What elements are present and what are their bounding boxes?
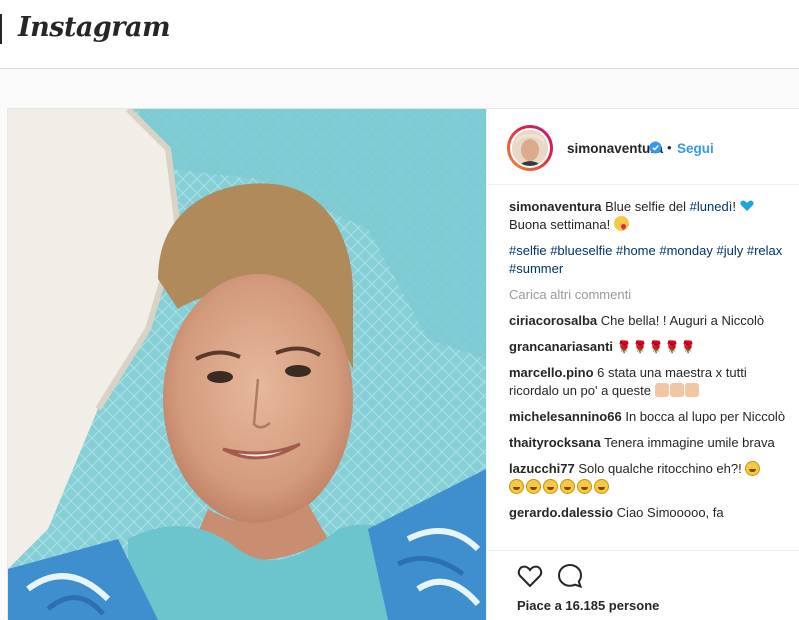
comment-item: grancanariasanti 🌹🌹🌹🌹🌹 [509,338,789,356]
comment-username[interactable]: thaityrocksana [509,435,601,450]
caption-hashtag[interactable]: #lunedì [690,199,733,214]
comment-text: Ciao Simooooo, fa [616,505,724,520]
comment-item: gerardo.dalessio Ciao Simooooo, fa [509,504,789,522]
comment-text: Che bella! ! Auguri a Niccolò [600,313,765,328]
comment-text: In bocca al lupo per Niccolò [625,409,786,424]
caption-text: Blue selfie del [605,199,690,214]
hashtag[interactable]: #home [616,243,656,258]
hashtag[interactable]: #summer [509,261,563,276]
post-card: simonaventura • Segui simonaventura Blue… [7,108,799,620]
heart-icon[interactable] [517,564,543,588]
avatar[interactable] [510,128,550,168]
comment-username[interactable]: ciriacorosalba [509,313,597,328]
avatar-ring[interactable] [507,125,553,171]
comment-text: Tenera immagine umile brava [604,435,775,450]
load-more-comments[interactable]: Carica altri commenti [509,286,789,304]
comment-item: michelesannino66 In bocca al lupo per Ni… [509,408,789,426]
kiss-emoji-icon [613,216,629,231]
laughing-emoji-icon [543,479,558,494]
hashtag[interactable]: #blueselfie [550,243,612,258]
comment-icon[interactable] [557,563,583,589]
comment-text: 🌹🌹🌹🌹🌹 [616,340,697,354]
laughing-emoji-icon [745,461,761,476]
top-bar: Instagram [0,0,799,69]
blue-heart-icon [739,200,754,211]
post-photo[interactable] [8,109,486,620]
comment-text: Solo qualche ritocchino eh?! [578,461,742,476]
selfie-image [8,109,486,620]
caption: simonaventura Blue selfie del #lunedì! B… [509,198,789,234]
post-actions: Piace a 16.185 persone [487,550,799,620]
caption-text-after: ! [732,199,740,214]
thumbs-up-icon [684,383,699,397]
comment-item: ciriacorosalba Che bella! ! Auguri a Nic… [509,312,789,330]
comment-username[interactable]: lazucchi77 [509,461,575,476]
logo-divider [0,14,2,44]
hashtag[interactable]: #relax [747,243,782,258]
comments-list: simonaventura Blue selfie del #lunedì! B… [509,198,789,550]
comment-username[interactable]: marcello.pino [509,365,594,380]
caption-line2: Buona settimana! [509,217,614,232]
likes-count[interactable]: Piace a 16.185 persone [517,598,659,613]
laughing-emoji-icon [526,479,541,494]
caption-hashtags: #selfie #blueselfie #home #monday #july … [509,242,789,278]
post-sidebar: simonaventura • Segui simonaventura Blue… [486,109,799,620]
comment-username[interactable]: michelesannino66 [509,409,622,424]
verified-badge-icon [649,141,662,154]
post-header: simonaventura • Segui [487,109,799,185]
hashtag[interactable]: #july [716,243,743,258]
separator-dot: • [667,140,672,155]
hashtag[interactable]: #selfie [509,243,547,258]
instagram-logo[interactable]: Instagram [18,12,171,43]
laughing-emoji-icon [594,479,609,494]
comment-username[interactable]: grancanariasanti [509,339,613,354]
comment-item: lazucchi77 Solo qualche ritocchino eh?! [509,460,789,496]
comment-username[interactable]: gerardo.dalessio [509,505,613,520]
laughing-emoji-icon [509,479,524,494]
laughing-emoji-icon [560,479,575,494]
laughing-emoji-icon [577,479,592,494]
comment-item: marcello.pino 6 stata una maestra x tutt… [509,364,789,400]
comment-item: thaityrocksana Tenera immagine umile bra… [509,434,789,452]
follow-button[interactable]: Segui [677,141,714,156]
thumbs-up-icon [654,383,669,397]
hashtag[interactable]: #monday [659,243,712,258]
caption-username[interactable]: simonaventura [509,199,601,214]
thumbs-up-icon [669,383,684,397]
